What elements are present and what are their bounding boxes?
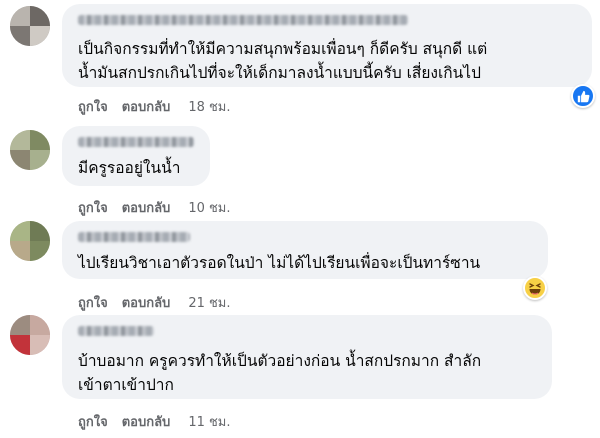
avatar[interactable] xyxy=(10,221,50,261)
comment-2: มีครูรออยู่ในน้ำ ถูกใจ ตอบกลับ 10 ชม. xyxy=(0,126,600,222)
comment-text-line: เข้าตาเข้าปาก xyxy=(78,376,174,394)
comment-actions: ถูกใจ ตอบกลับ 21 ชม. xyxy=(78,292,231,313)
comment-text-line: บ้าบอมาก ครูควรทำให้เป็นตัวอย่างก่อน น้ำ… xyxy=(78,352,482,370)
avatar[interactable] xyxy=(10,130,50,170)
haha-reaction-icon[interactable] xyxy=(523,276,547,300)
comment-bubble: ไปเรียนวิชาเอาตัวรอดในป่า ไม่ได้ไปเรียนเ… xyxy=(62,221,548,279)
comment-3: ไปเรียนวิชาเอาตัวรอดในป่า ไม่ได้ไปเรียนเ… xyxy=(0,221,600,313)
commenter-name[interactable] xyxy=(78,232,190,242)
commenter-name[interactable] xyxy=(78,15,408,25)
like-reaction-icon[interactable] xyxy=(571,84,595,108)
comment-timestamp[interactable]: 10 ชม. xyxy=(188,197,230,218)
comment-bubble: มีครูรออยู่ในน้ำ xyxy=(62,126,210,186)
comment-actions: ถูกใจ ตอบกลับ 18 ชม. xyxy=(78,96,231,117)
commenter-name[interactable] xyxy=(78,326,154,336)
comment-timestamp[interactable]: 11 ชม. xyxy=(188,411,230,432)
reply-button[interactable]: ตอบกลับ xyxy=(122,292,171,313)
avatar[interactable] xyxy=(10,6,50,46)
comment-text-line: มีครูรออยู่ในน้ำ xyxy=(78,159,181,177)
comment-actions: ถูกใจ ตอบกลับ 11 ชม. xyxy=(78,411,231,432)
reply-button[interactable]: ตอบกลับ xyxy=(122,96,171,117)
avatar[interactable] xyxy=(10,315,50,355)
comment-timestamp[interactable]: 18 ชม. xyxy=(188,96,230,117)
like-button[interactable]: ถูกใจ xyxy=(78,96,108,117)
comment-4: บ้าบอมาก ครูควรทำให้เป็นตัวอย่างก่อน น้ำ… xyxy=(0,313,600,438)
comment-timestamp[interactable]: 21 ชม. xyxy=(188,292,230,313)
reply-button[interactable]: ตอบกลับ xyxy=(122,411,171,432)
like-button[interactable]: ถูกใจ xyxy=(78,197,108,218)
like-button[interactable]: ถูกใจ xyxy=(78,411,108,432)
comment-1: เป็นกิจกรรมที่ทำให้มีความสนุกพร้อมเพื่อน… xyxy=(0,0,600,126)
comment-text-line: ไปเรียนวิชาเอาตัวรอดในป่า ไม่ได้ไปเรียนเ… xyxy=(78,254,481,272)
like-button[interactable]: ถูกใจ xyxy=(78,292,108,313)
reply-button[interactable]: ตอบกลับ xyxy=(122,197,171,218)
comment-bubble: เป็นกิจกรรมที่ทำให้มีความสนุกพร้อมเพื่อน… xyxy=(62,4,592,87)
commenter-name[interactable] xyxy=(78,137,194,147)
comment-text-line: น้ำมันสกปรกเกินไปที่จะให้เด็กมาลงน้ำแบบน… xyxy=(78,64,481,82)
comment-bubble: บ้าบอมาก ครูควรทำให้เป็นตัวอย่างก่อน น้ำ… xyxy=(62,315,552,399)
comment-actions: ถูกใจ ตอบกลับ 10 ชม. xyxy=(78,197,231,218)
comment-text-line: เป็นกิจกรรมที่ทำให้มีความสนุกพร้อมเพื่อน… xyxy=(78,40,488,58)
